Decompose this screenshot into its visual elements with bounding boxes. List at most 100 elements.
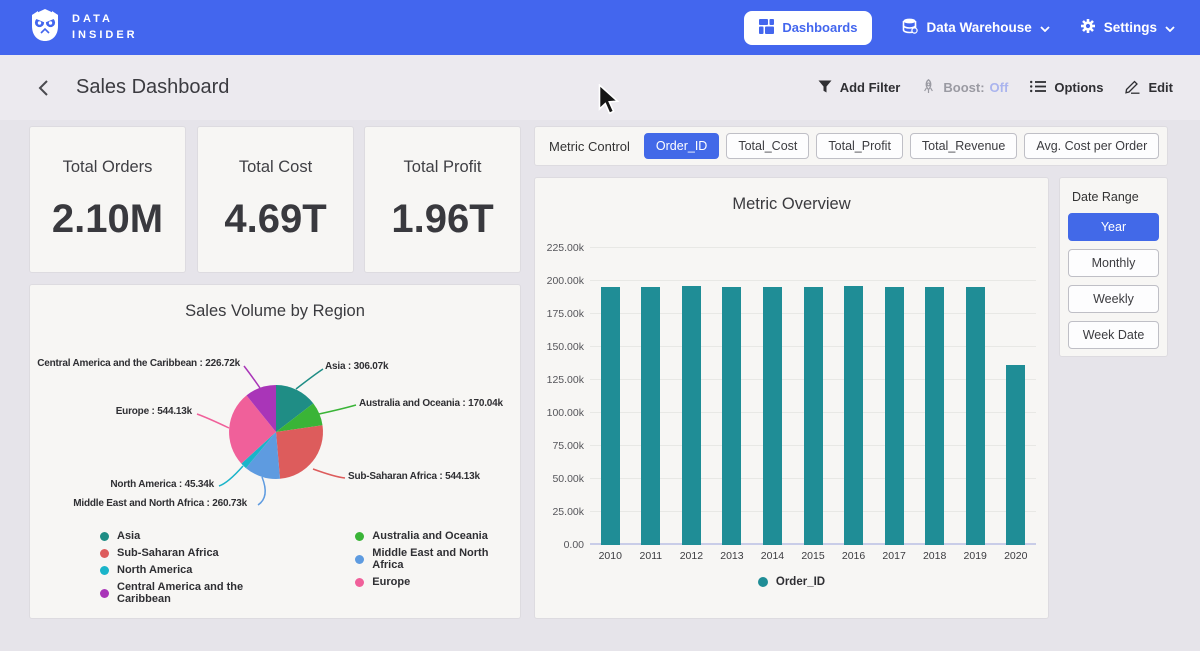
nav-dashboards-button[interactable]: Dashboards (744, 11, 872, 45)
x-axis-label-2010: 2010 (590, 550, 631, 562)
legend-item-central-america-and-the-caribbean[interactable]: Central America and the Caribbean (100, 581, 297, 605)
bar-slot (874, 287, 915, 545)
boost-label: Boost: (943, 80, 984, 95)
top-navbar: DATA INSIDER Dashboards Data Warehouse S… (0, 0, 1200, 55)
kpi-label: Total Profit (404, 158, 482, 177)
legend-dot (100, 549, 109, 558)
bar-2011[interactable] (641, 287, 660, 545)
x-axis-label-2012: 2012 (671, 550, 712, 562)
sales-volume-card: Sales Volume by Region Asia : 306.07kAus… (30, 285, 520, 618)
date-range-option-weekly[interactable]: Weekly (1068, 285, 1159, 313)
legend-item-australia-and-oceania[interactable]: Australia and Oceania (355, 530, 520, 542)
date-range-option-year[interactable]: Year (1068, 213, 1159, 241)
legend-label: Australia and Oceania (372, 530, 488, 542)
bar-2016[interactable] (844, 286, 863, 545)
y-axis-tick: 225.00k (537, 242, 584, 254)
funnel-icon (818, 80, 832, 96)
y-axis-tick: 25.00k (537, 506, 584, 518)
bar-slot (631, 287, 672, 545)
bar-slot (914, 287, 955, 545)
legend-item-sub-saharan-africa[interactable]: Sub-Saharan Africa (100, 547, 297, 559)
bar-2012[interactable] (682, 286, 701, 545)
pie-label-australia-and-oceania: Australia and Oceania : 170.04k (359, 398, 503, 409)
bar-slot (955, 287, 996, 545)
bar-slot (712, 287, 753, 545)
legend-item-north-america[interactable]: North America (100, 564, 297, 576)
add-filter-button[interactable]: Add Filter (818, 80, 901, 96)
metric-option-total-revenue[interactable]: Total_Revenue (910, 133, 1017, 159)
date-range-option-week-date[interactable]: Week Date (1068, 321, 1159, 349)
y-axis-tick: 50.00k (537, 473, 584, 485)
y-axis-tick: 125.00k (537, 374, 584, 386)
y-axis-tick: 175.00k (537, 308, 584, 320)
bar-2014[interactable] (763, 287, 782, 545)
pie-label-north-america: North America : 45.34k (110, 479, 214, 490)
x-axis-label-2015: 2015 (793, 550, 834, 562)
metric-option-avg-cost-per-order[interactable]: Avg. Cost per Order (1024, 133, 1159, 159)
legend-dot (758, 577, 768, 587)
rocket-icon (922, 79, 935, 97)
legend-dot (355, 555, 364, 564)
legend-dot (100, 566, 109, 575)
legend-item-middle-east-and-north-africa[interactable]: Middle East and North Africa (355, 547, 520, 571)
date-range-option-monthly[interactable]: Monthly (1068, 249, 1159, 277)
brand-name: DATA INSIDER (72, 12, 138, 44)
kpi-label: Total Cost (239, 158, 312, 177)
orders-bar-chart[interactable]: 0.0025.00k50.00k75.00k100.00k125.00k150.… (590, 240, 1036, 545)
legend-dot (355, 578, 364, 587)
bar-2015[interactable] (804, 287, 823, 545)
legend-label: Asia (117, 530, 140, 542)
kpi-value: 4.69T (224, 197, 326, 242)
bar-slot (671, 286, 712, 545)
nav-settings-menu[interactable]: Settings (1080, 18, 1175, 37)
metric-option-total-cost[interactable]: Total_Cost (726, 133, 809, 159)
pie-leader-line (258, 477, 265, 505)
kpi-value: 2.10M (52, 197, 163, 242)
options-button[interactable]: Options (1030, 80, 1103, 96)
bar-2010[interactable] (601, 287, 620, 545)
pie-leader-line (219, 466, 243, 486)
bar-legend: Order_ID (535, 576, 1048, 588)
kpi-card-total-profit: Total Profit 1.96T (365, 127, 520, 272)
bar-2019[interactable] (966, 287, 985, 545)
owl-logo-icon (28, 7, 62, 48)
date-range-card: Date Range YearMonthlyWeeklyWeek Date (1060, 178, 1167, 356)
x-axis-label-2011: 2011 (631, 550, 672, 562)
y-axis-tick: 200.00k (537, 275, 584, 287)
metric-option-order-id[interactable]: Order_ID (644, 133, 719, 159)
legend-label: Europe (372, 576, 410, 588)
boost-toggle[interactable]: Boost: Off (922, 79, 1008, 97)
metric-option-total-profit[interactable]: Total_Profit (816, 133, 903, 159)
legend-label: Sub-Saharan Africa (117, 547, 219, 559)
bars-row (590, 240, 1036, 545)
dashboard-grid-icon (759, 19, 774, 37)
nav-data-warehouse-menu[interactable]: Data Warehouse (902, 18, 1049, 37)
legend-item-asia[interactable]: Asia (100, 530, 297, 542)
y-axis-tick: 75.00k (537, 440, 584, 452)
legend-item-europe[interactable]: Europe (355, 576, 520, 588)
bar-2013[interactable] (722, 287, 741, 545)
back-button[interactable] (32, 77, 54, 99)
list-icon (1030, 80, 1046, 96)
bar-chart-title: Metric Overview (535, 178, 1048, 214)
boost-state: Off (990, 80, 1009, 95)
pie-leader-line (197, 414, 229, 428)
bar-2020[interactable] (1006, 365, 1025, 545)
bar-2017[interactable] (885, 287, 904, 545)
pie-label-sub-saharan-africa: Sub-Saharan Africa : 544.13k (348, 471, 480, 482)
legend-series-label: Order_ID (776, 576, 825, 588)
edit-button[interactable]: Edit (1125, 79, 1173, 97)
bar-slot (833, 286, 874, 545)
pie-legend: Asia Sub-Saharan Africa North America Centr… (100, 530, 520, 605)
kpi-value: 1.96T (391, 197, 493, 242)
brand: DATA INSIDER (28, 7, 138, 48)
legend-label: Middle East and North Africa (372, 547, 520, 571)
bar-2018[interactable] (925, 287, 944, 545)
x-axis-label-2013: 2013 (712, 550, 753, 562)
pie-leader-line (296, 369, 323, 389)
bar-slot (590, 287, 631, 545)
page-header: Sales Dashboard Add Filter Boost: Off Op… (0, 55, 1200, 120)
metric-control-bar: Metric Control Order_IDTotal_CostTotal_P… (535, 127, 1167, 165)
x-axis-label-2020: 2020 (995, 550, 1036, 562)
page-title: Sales Dashboard (76, 76, 229, 99)
